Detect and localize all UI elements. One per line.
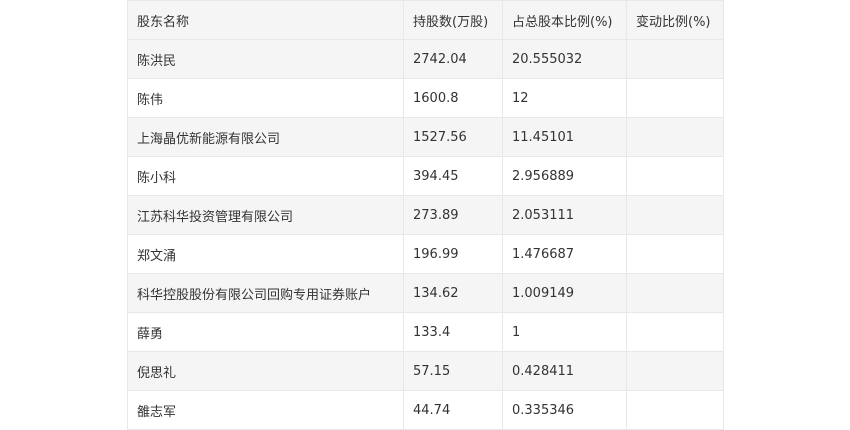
cell-shareholder-name: 上海晶优新能源有限公司 <box>127 117 404 157</box>
header-shares-held: 持股数(万股) <box>403 0 503 40</box>
table-row: 陈伟 1600.8 12 <box>127 78 724 118</box>
cell-shareholder-name: 倪思礼 <box>127 351 404 391</box>
cell-change-ratio <box>626 78 724 118</box>
cell-change-ratio <box>626 195 724 235</box>
header-shareholder-name: 股东名称 <box>127 0 404 40</box>
cell-shareholder-name: 陈洪民 <box>127 39 404 79</box>
cell-share-ratio: 11.45101 <box>502 117 627 157</box>
cell-shareholder-name: 科华控股股份有限公司回购专用证券账户 <box>127 273 404 313</box>
cell-change-ratio <box>626 312 724 352</box>
cell-share-ratio: 1.009149 <box>502 273 627 313</box>
cell-share-ratio: 2.053111 <box>502 195 627 235</box>
cell-change-ratio <box>626 39 724 79</box>
cell-shares-held: 1527.56 <box>403 117 503 157</box>
table-row: 倪思礼 57.15 0.428411 <box>127 351 724 391</box>
cell-shares-held: 1600.8 <box>403 78 503 118</box>
table-row: 科华控股股份有限公司回购专用证券账户 134.62 1.009149 <box>127 273 724 313</box>
cell-change-ratio <box>626 156 724 196</box>
cell-shareholder-name: 雒志军 <box>127 390 404 430</box>
cell-shares-held: 273.89 <box>403 195 503 235</box>
header-share-ratio: 占总股本比例(%) <box>502 0 627 40</box>
table-header-row: 股东名称 持股数(万股) 占总股本比例(%) 变动比例(%) <box>127 0 724 40</box>
shareholder-table-container: 股东名称 持股数(万股) 占总股本比例(%) 变动比例(%) 陈洪民 2742.… <box>127 0 724 430</box>
table-row: 陈小科 394.45 2.956889 <box>127 156 724 196</box>
cell-share-ratio: 0.335346 <box>502 390 627 430</box>
cell-change-ratio <box>626 234 724 274</box>
table-row: 上海晶优新能源有限公司 1527.56 11.45101 <box>127 117 724 157</box>
cell-shareholder-name: 陈伟 <box>127 78 404 118</box>
cell-shareholder-name: 薛勇 <box>127 312 404 352</box>
cell-shareholder-name: 陈小科 <box>127 156 404 196</box>
cell-shares-held: 57.15 <box>403 351 503 391</box>
cell-shares-held: 44.74 <box>403 390 503 430</box>
table-row: 陈洪民 2742.04 20.555032 <box>127 39 724 79</box>
cell-share-ratio: 2.956889 <box>502 156 627 196</box>
cell-change-ratio <box>626 351 724 391</box>
cell-shares-held: 133.4 <box>403 312 503 352</box>
table-row: 薛勇 133.4 1 <box>127 312 724 352</box>
cell-shares-held: 2742.04 <box>403 39 503 79</box>
cell-share-ratio: 20.555032 <box>502 39 627 79</box>
cell-shares-held: 134.62 <box>403 273 503 313</box>
cell-shares-held: 394.45 <box>403 156 503 196</box>
shareholder-table: 股东名称 持股数(万股) 占总股本比例(%) 变动比例(%) 陈洪民 2742.… <box>127 0 724 430</box>
cell-share-ratio: 0.428411 <box>502 351 627 391</box>
cell-change-ratio <box>626 273 724 313</box>
cell-share-ratio: 1 <box>502 312 627 352</box>
cell-shareholder-name: 江苏科华投资管理有限公司 <box>127 195 404 235</box>
header-change-ratio: 变动比例(%) <box>626 0 724 40</box>
table-row: 江苏科华投资管理有限公司 273.89 2.053111 <box>127 195 724 235</box>
cell-shares-held: 196.99 <box>403 234 503 274</box>
cell-share-ratio: 12 <box>502 78 627 118</box>
cell-change-ratio <box>626 390 724 430</box>
cell-change-ratio <box>626 117 724 157</box>
table-row: 雒志军 44.74 0.335346 <box>127 390 724 430</box>
cell-shareholder-name: 郑文涌 <box>127 234 404 274</box>
table-row: 郑文涌 196.99 1.476687 <box>127 234 724 274</box>
cell-share-ratio: 1.476687 <box>502 234 627 274</box>
